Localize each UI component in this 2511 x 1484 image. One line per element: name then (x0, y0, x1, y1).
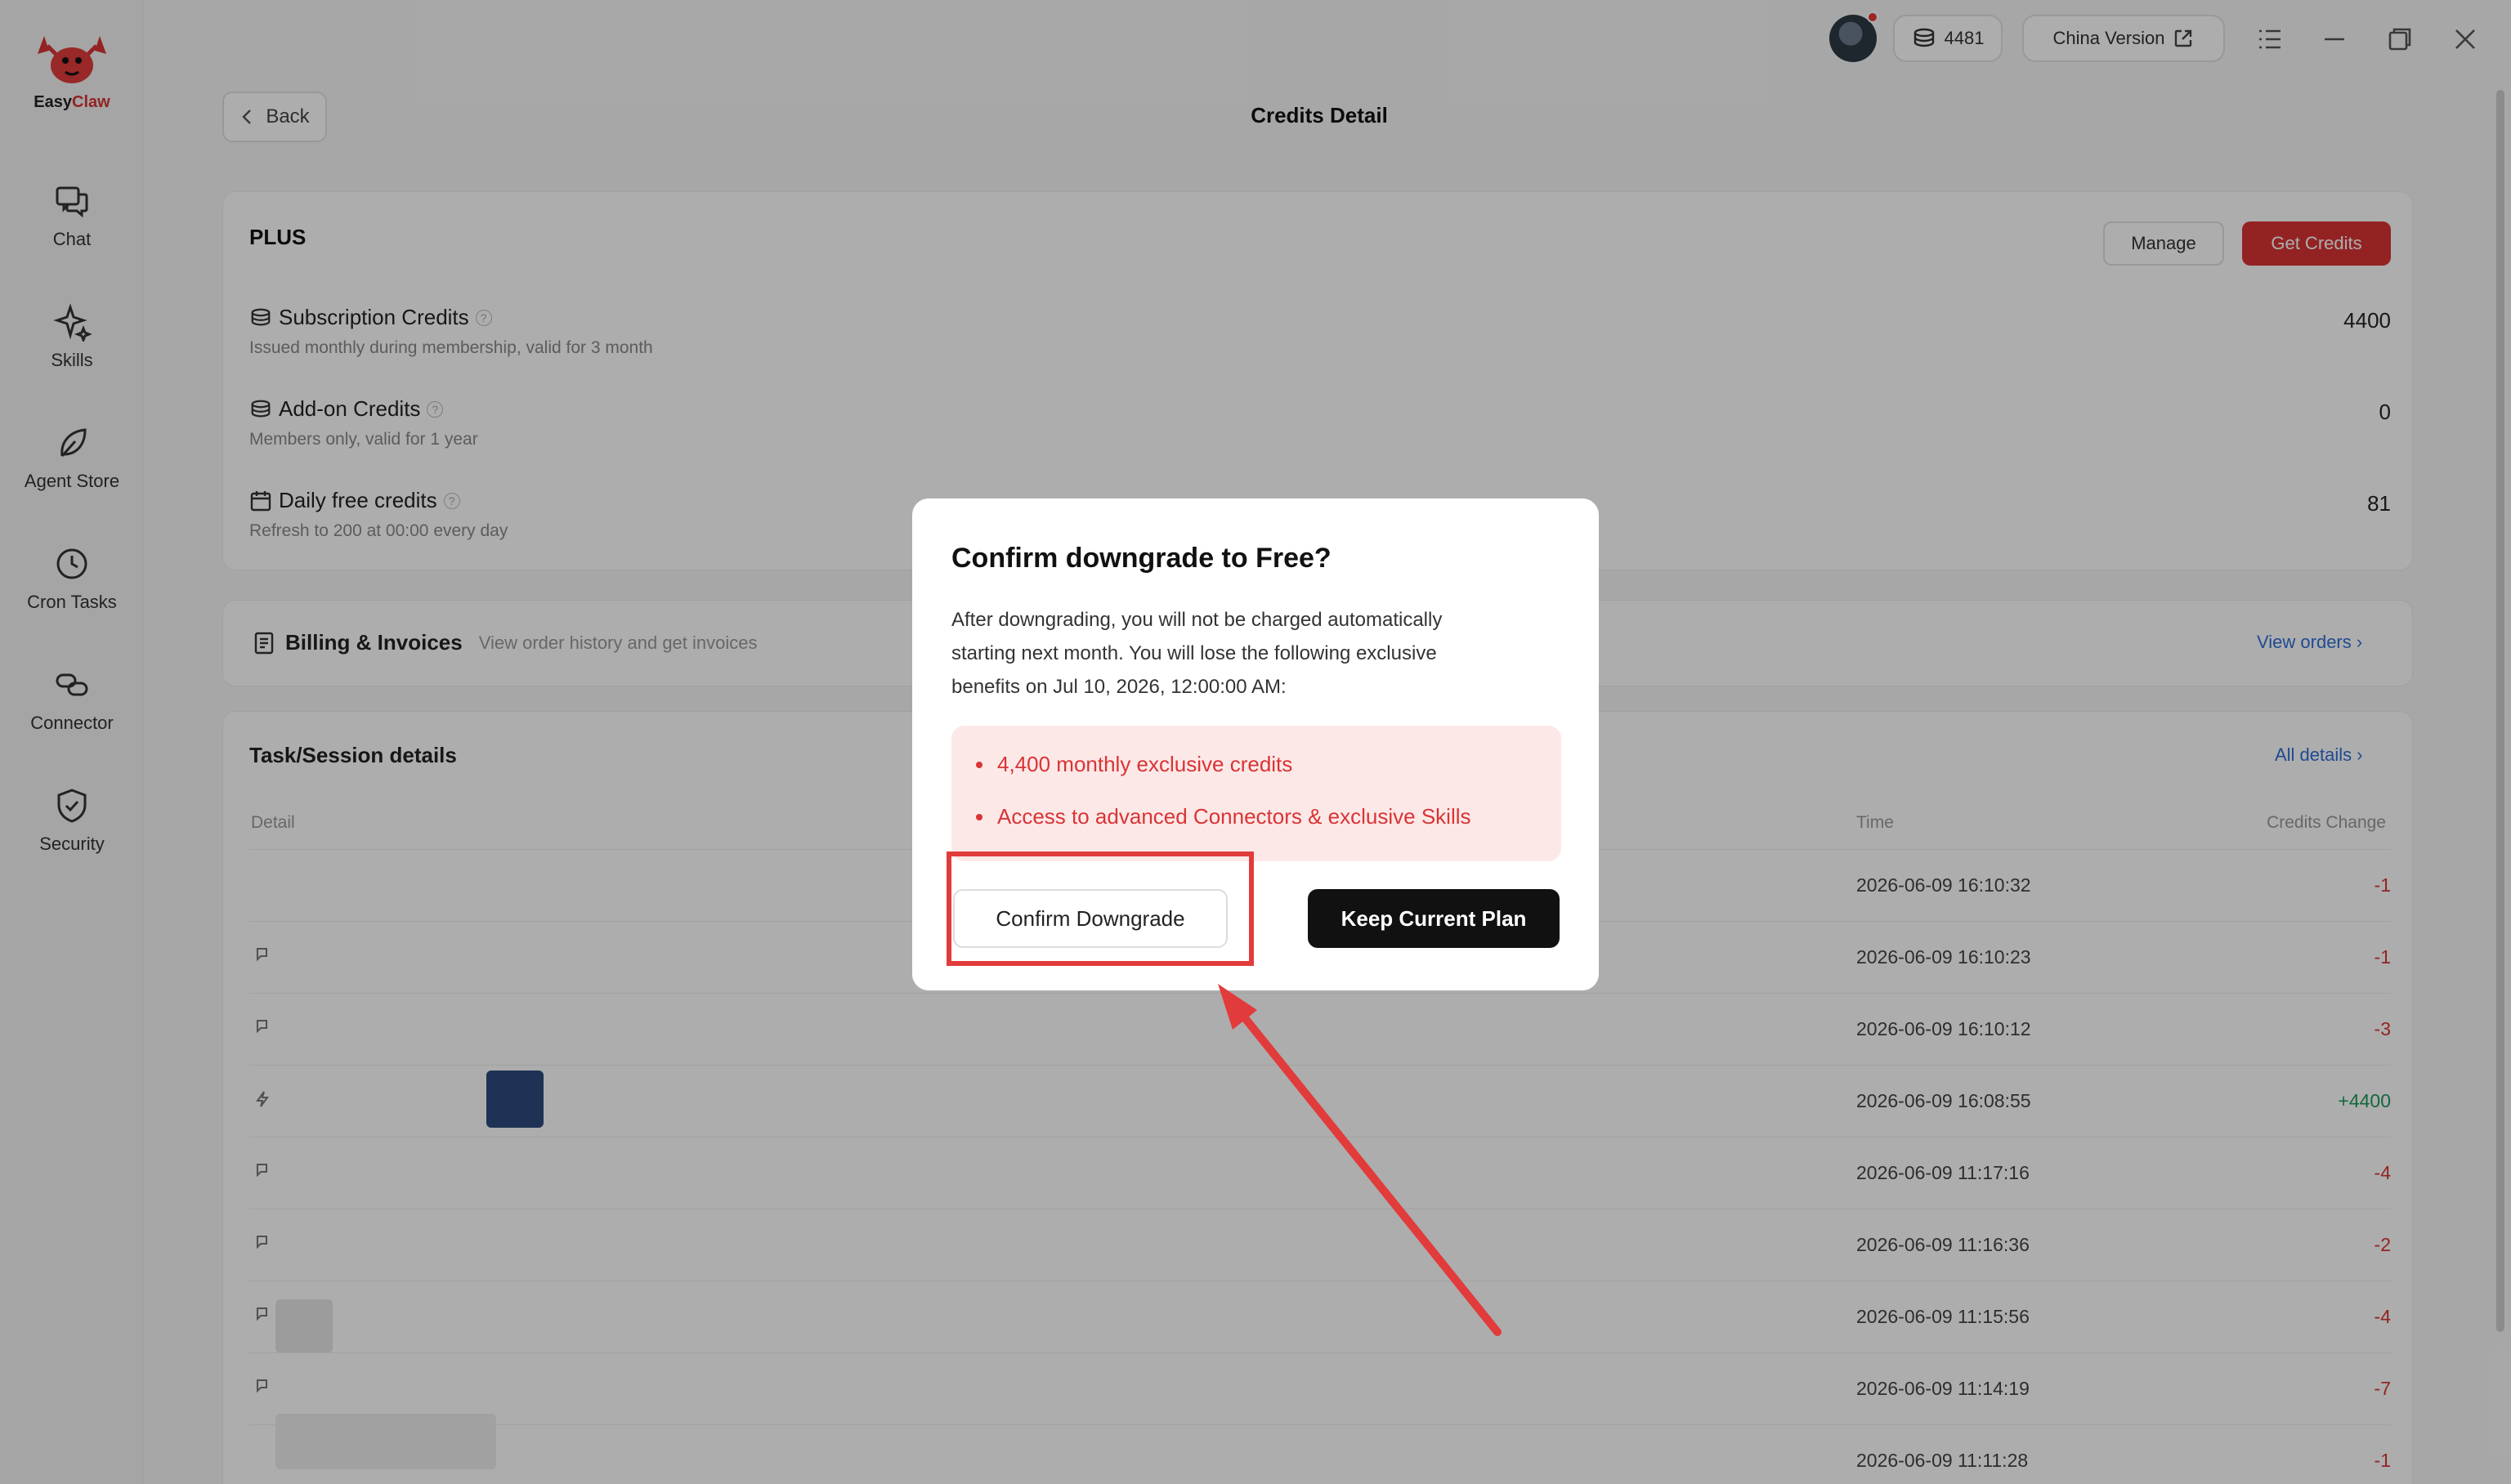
annotation-arrow-icon (1218, 984, 1502, 1336)
